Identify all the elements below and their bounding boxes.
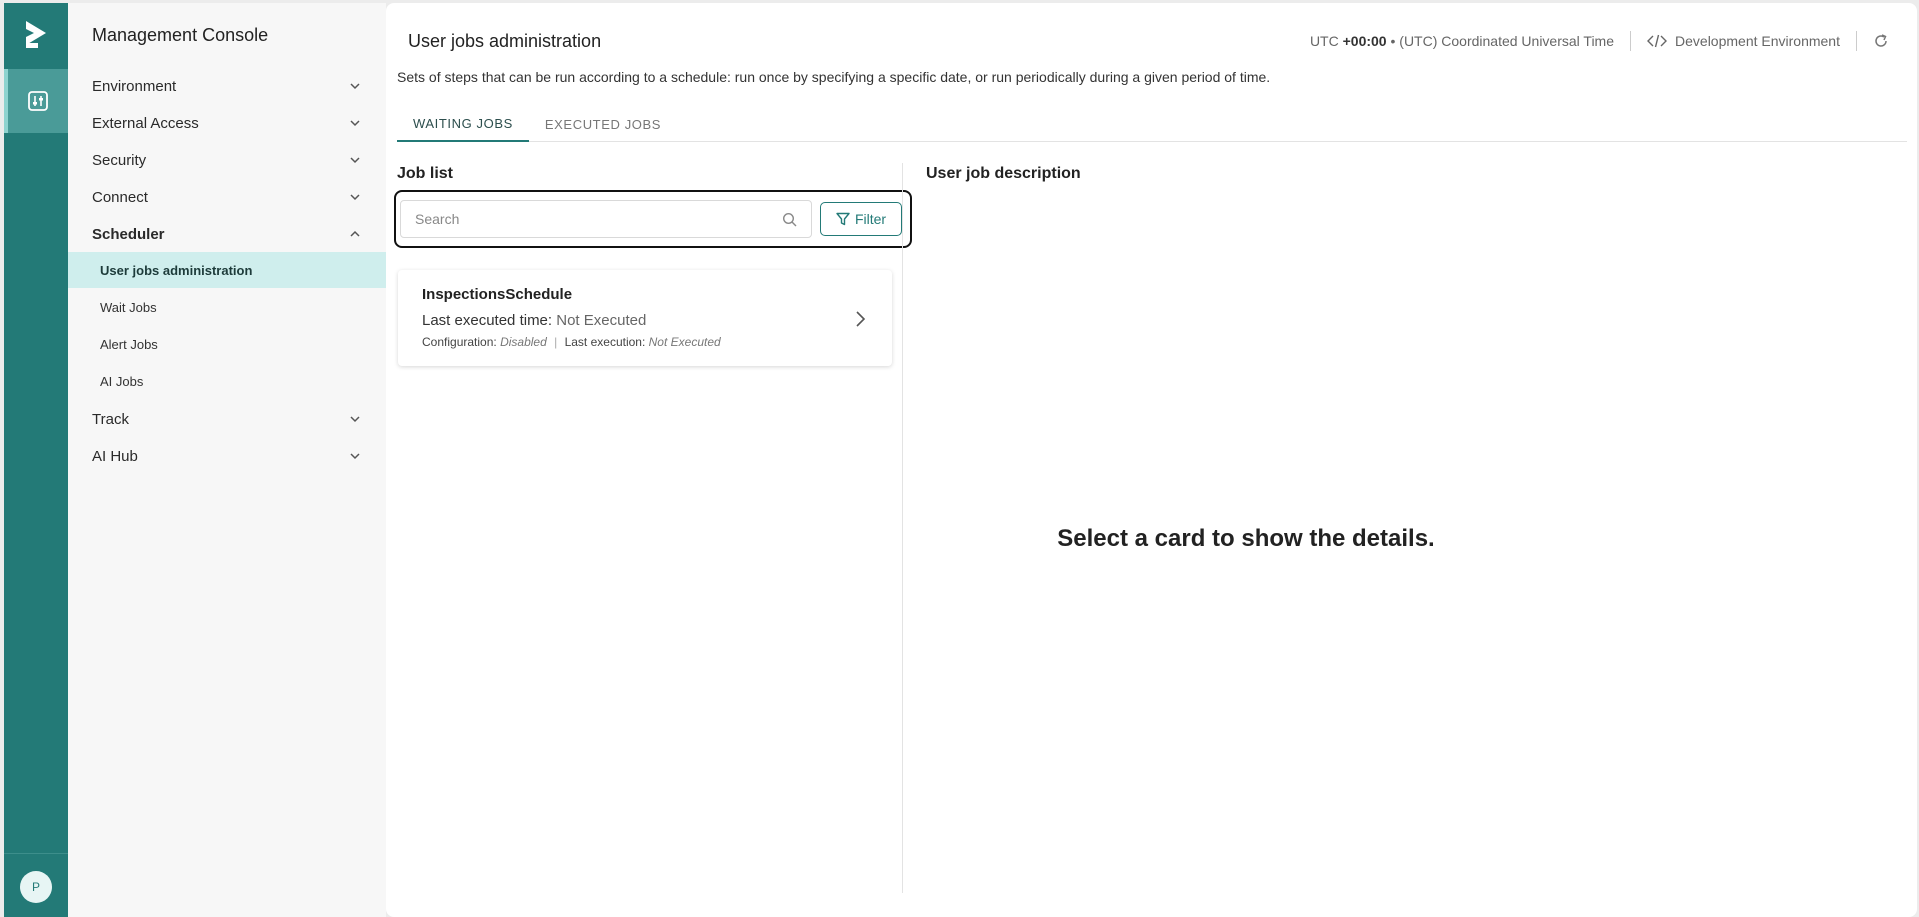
sidebar-item-label: Environment — [92, 77, 177, 95]
sidebar-item-ai-hub[interactable]: AI Hub — [92, 441, 362, 471]
job-card[interactable]: InspectionsSchedule Last executed time: … — [398, 270, 892, 366]
page-description: Sets of steps that can be run according … — [397, 69, 1271, 85]
sidebar-item-label: AI Hub — [92, 447, 138, 465]
sidebar-item-label: Track — [92, 410, 129, 428]
tab-executed-jobs[interactable]: EXECUTED JOBS — [529, 106, 677, 142]
search-icon[interactable] — [782, 212, 797, 227]
job-list-title: Job list — [397, 165, 454, 182]
chevron-down-icon — [350, 416, 360, 423]
chevron-up-icon — [350, 230, 360, 237]
job-last-executed-value: Not Executed — [556, 312, 647, 329]
tab-waiting-jobs[interactable]: WAITING JOBS — [397, 106, 529, 142]
sidebar-subitem-alert-jobs[interactable]: Alert Jobs — [68, 326, 386, 362]
filter-button[interactable]: Filter — [820, 202, 902, 236]
job-last-executed: Last executed time: Not Executed — [422, 312, 646, 329]
main-content: User jobs administration UTC +00:00 • (U… — [386, 3, 1917, 917]
pane-divider — [902, 163, 903, 893]
page-title: User jobs administration — [408, 31, 602, 51]
rail-management-console[interactable] — [4, 69, 68, 133]
sidebar-item-connect[interactable]: Connect — [92, 182, 362, 212]
chevron-right-icon[interactable] — [854, 310, 866, 328]
logo-icon[interactable] — [22, 19, 50, 51]
rail-divider — [4, 853, 68, 854]
sidebar-item-environment[interactable]: Environment — [92, 71, 362, 101]
tab-bar: WAITING JOBS EXECUTED JOBS — [397, 106, 1907, 142]
search-filter-group: Filter — [394, 190, 912, 248]
sidebar-item-label: Security — [92, 151, 147, 169]
sidebar-subitem-ai-jobs[interactable]: AI Jobs — [68, 363, 386, 399]
sidebar-nav: Management Console Environment External … — [68, 3, 386, 917]
timezone-name: • (UTC) Coordinated Universal Time — [1390, 33, 1615, 49]
sidebar-item-security[interactable]: Security — [92, 145, 362, 175]
job-last-execution-label: Last execution: — [564, 335, 646, 349]
header-divider — [1856, 31, 1857, 51]
refresh-icon[interactable] — [1873, 33, 1889, 49]
environment-label[interactable]: Development Environment — [1675, 33, 1840, 49]
timezone-prefix: UTC — [1309, 33, 1339, 49]
header-status: UTC +00:00 • (UTC) Coordinated Universal… — [1310, 31, 1889, 51]
filter-icon — [836, 212, 850, 226]
chevron-down-icon — [350, 157, 360, 164]
chevron-down-icon — [350, 120, 360, 127]
sidebar-item-track[interactable]: Track — [92, 404, 362, 434]
app-rail: P — [4, 3, 68, 917]
header-divider — [1630, 31, 1632, 51]
nav-title: Management Console — [92, 25, 269, 45]
job-last-execution-value: Not Executed — [648, 335, 721, 349]
job-meta-divider: | — [554, 335, 558, 349]
empty-state-message: Select a card to show the details. — [1057, 525, 1435, 552]
search-box — [400, 200, 812, 238]
sidebar-item-external-access[interactable]: External Access — [92, 108, 362, 138]
sidebar-item-label: Scheduler — [92, 225, 165, 243]
sidebar-item-label: External Access — [92, 114, 199, 132]
code-icon — [1647, 34, 1668, 48]
avatar[interactable]: P — [20, 871, 52, 903]
job-config-value: Disabled — [500, 335, 547, 349]
chevron-down-icon — [350, 194, 360, 201]
detail-title: User job description — [926, 165, 1081, 182]
sidebar-subitem-user-jobs-administration[interactable]: User jobs administration — [68, 252, 386, 288]
sidebar-subitem-wait-jobs[interactable]: Wait Jobs — [68, 289, 386, 325]
sidebar-item-scheduler[interactable]: Scheduler — [92, 219, 362, 249]
job-name: InspectionsSchedule — [422, 286, 573, 303]
job-meta: Configuration: Disabled | Last execution… — [422, 335, 721, 349]
job-last-executed-label: Last executed time: — [422, 312, 553, 329]
settings-sliders-icon — [28, 91, 48, 111]
timezone-offset: +00:00 — [1342, 33, 1387, 49]
search-input[interactable] — [415, 211, 782, 227]
chevron-down-icon — [350, 453, 360, 460]
sidebar-item-label: Connect — [92, 188, 148, 206]
job-config-label: Configuration: — [422, 335, 497, 349]
chevron-down-icon — [350, 83, 360, 90]
filter-label: Filter — [854, 211, 887, 227]
